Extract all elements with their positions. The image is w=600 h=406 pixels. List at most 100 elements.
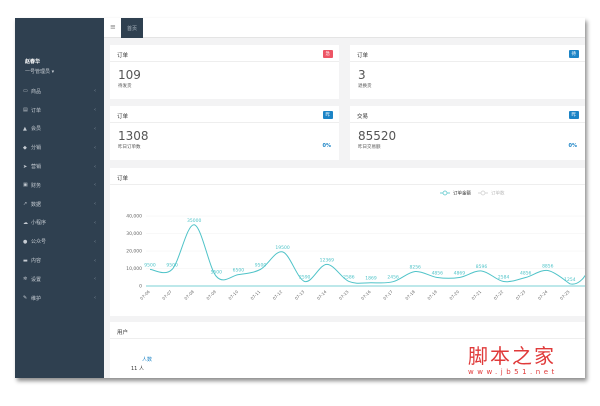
sidebar-item-label: 订单 [31, 107, 42, 114]
stat-percent: 0% [568, 143, 578, 149]
data-label: 5500 [211, 269, 223, 275]
watermark: 脚本之家 www.jb51.net [468, 344, 558, 376]
x-tick-label: 07-13 [294, 289, 306, 301]
stat-badge: 昨 [568, 111, 579, 119]
x-tick-label: 07-21 [470, 289, 482, 301]
x-tick-label: 07-11 [249, 289, 261, 301]
chevron-left-icon: ‹ [94, 125, 96, 132]
sidebar-item-11[interactable]: ✎ 维护 ‹ [15, 289, 104, 308]
x-tick-label: 07-22 [493, 289, 505, 301]
data-label: 35000 [187, 218, 201, 224]
user-icon: ▲ [23, 125, 27, 132]
order-line-chart: 0 10,000 20,000 30,000 40,000 9500 9500 35000 55… [126, 190, 585, 301]
sidebar-item-0[interactable]: ▭ 商品 ‹ [15, 82, 104, 101]
chevron-left-icon: ‹ [94, 295, 96, 302]
sidebar-item-6[interactable]: ↗ 数据 ‹ [15, 195, 104, 214]
chevron-left-icon: ‹ [94, 238, 96, 245]
x-tick-label: 07-24 [537, 289, 549, 301]
chevron-left-icon: ‹ [94, 107, 96, 114]
stat-card: 订单 昨 1308 昨日订单数 0% [110, 106, 339, 160]
wrench-icon: ✎ [23, 295, 28, 302]
laptop-icon: ▭ [23, 88, 28, 95]
data-label: 9500 [144, 262, 156, 268]
top-bar: ≡ 首页 [104, 18, 585, 38]
stat-value: 1308 [118, 129, 149, 143]
sidebar-item-label: 内容 [31, 258, 42, 265]
x-tick-label: 07-16 [360, 289, 372, 301]
x-tick-label: 07-20 [448, 289, 460, 301]
sidebar-item-9[interactable]: ▬ 内容 ‹ [15, 251, 104, 270]
x-tick-label: 07-15 [338, 289, 350, 301]
legend-marker[interactable] [442, 190, 448, 196]
chevron-left-icon: ‹ [94, 201, 96, 208]
y-tick-label: 0 [139, 284, 142, 290]
send-icon: ➤ [23, 163, 28, 170]
y-tick-label: 10,000 [126, 266, 142, 272]
data-label: 8596 [476, 264, 488, 270]
y-tick-label: 40,000 [126, 214, 142, 220]
data-label: 9500 [166, 262, 178, 268]
sidebar-item-label: 营销 [31, 164, 42, 171]
legend-label[interactable]: 订单数 [491, 190, 505, 197]
users-icon: ◆ [23, 144, 27, 151]
x-tick-label: 07-12 [272, 289, 284, 301]
money-icon: ▣ [23, 182, 28, 189]
user-chart-title: 用户 [110, 322, 585, 339]
sidebar-item-8[interactable]: ● 公众号 ‹ [15, 232, 104, 251]
sidebar-nav: ▭ 商品 ‹ ▤ 订单 ‹ ▲ 会员 ‹ ◆ 分销 ‹ ➤ 营销 ‹ ▣ 财务 ‹ ↗ 数据 ‹ ☁ 小程序 ‹ ● 公众号 ‹ ▬ 内… [15, 82, 104, 308]
sidebar-item-10[interactable]: ✲ 设置 ‹ [15, 270, 104, 289]
sidebar-item-label: 数据 [31, 201, 42, 208]
stat-percent: 0% [322, 143, 332, 149]
sidebar-item-5[interactable]: ▣ 财务 ‹ [15, 176, 104, 195]
chevron-left-icon: ‹ [94, 163, 96, 170]
list-icon: ▤ [23, 107, 28, 114]
stat-value: 85520 [358, 129, 397, 143]
stat-badge: 昨 [322, 111, 333, 119]
data-label: 8856 [542, 264, 554, 270]
user-chart-ytick: 11 人 [131, 366, 144, 372]
hamburger-icon[interactable]: ≡ [110, 23, 116, 31]
user-profile[interactable]: 赵春华 一号管理员 ▾ [25, 58, 54, 75]
user-chart-legend: 人数 [142, 357, 153, 363]
x-tick-label: 07-08 [183, 289, 195, 301]
stat-value: 109 [118, 68, 141, 82]
stat-value: 3 [358, 68, 366, 82]
sidebar-item-1[interactable]: ▤ 订单 ‹ [15, 101, 104, 120]
stat-badge: 急 [322, 50, 333, 58]
chevron-left-icon: ‹ [94, 276, 96, 283]
legend-label[interactable]: 订单金额 [453, 190, 471, 197]
stat-title: 订单 [117, 114, 129, 120]
sidebar-item-2[interactable]: ▲ 会员 ‹ [15, 120, 104, 139]
x-tick-label: 07-06 [139, 289, 151, 301]
x-tick-label: 07-07 [161, 289, 173, 301]
sidebar: 赵春华 一号管理员 ▾ ▭ 商品 ‹ ▤ 订单 ‹ ▲ 会员 ‹ ◆ 分销 ‹ ➤ 营销 ‹ ▣ 财务 ‹ ↗ 数据 ‹… [15, 18, 104, 378]
sidebar-item-4[interactable]: ➤ 营销 ‹ [15, 157, 104, 176]
data-label: 6500 [233, 268, 245, 274]
user-name: 赵春华 [25, 59, 41, 65]
data-label: 2590 [299, 274, 311, 280]
chevron-left-icon: ‹ [94, 144, 96, 151]
x-tick-label: 07-14 [316, 289, 328, 301]
tab-home[interactable]: 首页 [121, 18, 143, 38]
sidebar-item-label: 财务 [31, 182, 42, 189]
sidebar-item-7[interactable]: ☁ 小程序 ‹ [15, 214, 104, 233]
sidebar-item-label: 小程序 [31, 220, 47, 227]
stat-title: 交易 [357, 114, 369, 120]
legend-marker[interactable] [480, 190, 486, 196]
user-role-dropdown[interactable]: 一号管理员 ▾ [25, 68, 54, 75]
x-tick-label: 07-23 [515, 289, 527, 301]
stat-title: 订单 [357, 53, 369, 59]
sidebar-item-label: 商品 [31, 88, 42, 95]
data-label: 9500 [255, 262, 267, 268]
data-label: 19500 [275, 245, 289, 251]
chevron-left-icon: ‹ [94, 257, 96, 264]
app-window: 赵春华 一号管理员 ▾ ▭ 商品 ‹ ▤ 订单 ‹ ▲ 会员 ‹ ◆ 分销 ‹ ➤ 营销 ‹ ▣ 财务 ‹ ↗ 数据 ‹… [15, 18, 585, 378]
sidebar-item-3[interactable]: ◆ 分销 ‹ [15, 138, 104, 157]
x-tick-label: 07-10 [227, 289, 239, 301]
x-tick-label: 07-09 [205, 289, 217, 301]
chart-icon: ↗ [23, 201, 28, 208]
x-tick-label: 07-17 [382, 289, 394, 301]
stat-label: 待发货 [118, 84, 132, 89]
data-label: 8256 [409, 265, 421, 271]
chevron-left-icon: ‹ [94, 219, 96, 226]
